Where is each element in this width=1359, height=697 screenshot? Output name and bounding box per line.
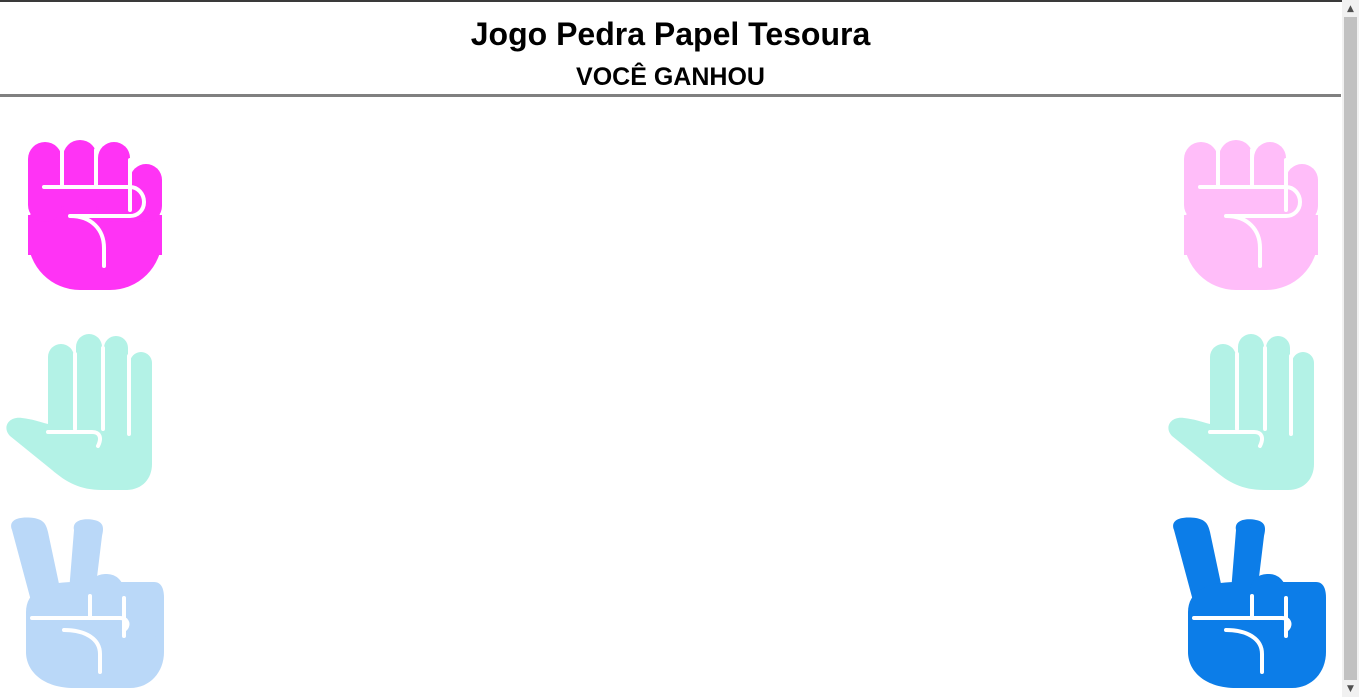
player-rock-button[interactable] [6, 120, 176, 300]
game-page: Jogo Pedra Papel Tesoura VOCÊ GANHOU ▲ ▼ [0, 0, 1359, 697]
computer-rock-button[interactable] [1168, 120, 1338, 300]
paper-hand-icon [6, 334, 152, 490]
scissors-hand-icon [1173, 517, 1326, 688]
scroll-up-arrow-icon[interactable]: ▲ [1342, 0, 1359, 17]
player-paper-button[interactable] [0, 324, 170, 504]
computer-scissors-button[interactable] [1166, 512, 1336, 692]
page-title: Jogo Pedra Papel Tesoura [470, 16, 871, 52]
scroll-down-arrow-icon[interactable]: ▼ [1342, 680, 1359, 697]
result-message: VOCÊ GANHOU [576, 63, 765, 91]
computer-paper-button[interactable] [1162, 324, 1332, 504]
rock-hand-icon [1184, 140, 1318, 290]
player-scissors-button[interactable] [4, 512, 174, 692]
header-divider [0, 94, 1341, 97]
vertical-scrollbar[interactable]: ▲ ▼ [1342, 0, 1359, 697]
rock-hand-icon [28, 140, 162, 290]
scrollbar-thumb[interactable] [1344, 17, 1357, 680]
paper-hand-icon [1168, 334, 1314, 490]
header: Jogo Pedra Papel Tesoura VOCÊ GANHOU [0, 2, 1341, 94]
scissors-hand-icon [11, 517, 164, 688]
